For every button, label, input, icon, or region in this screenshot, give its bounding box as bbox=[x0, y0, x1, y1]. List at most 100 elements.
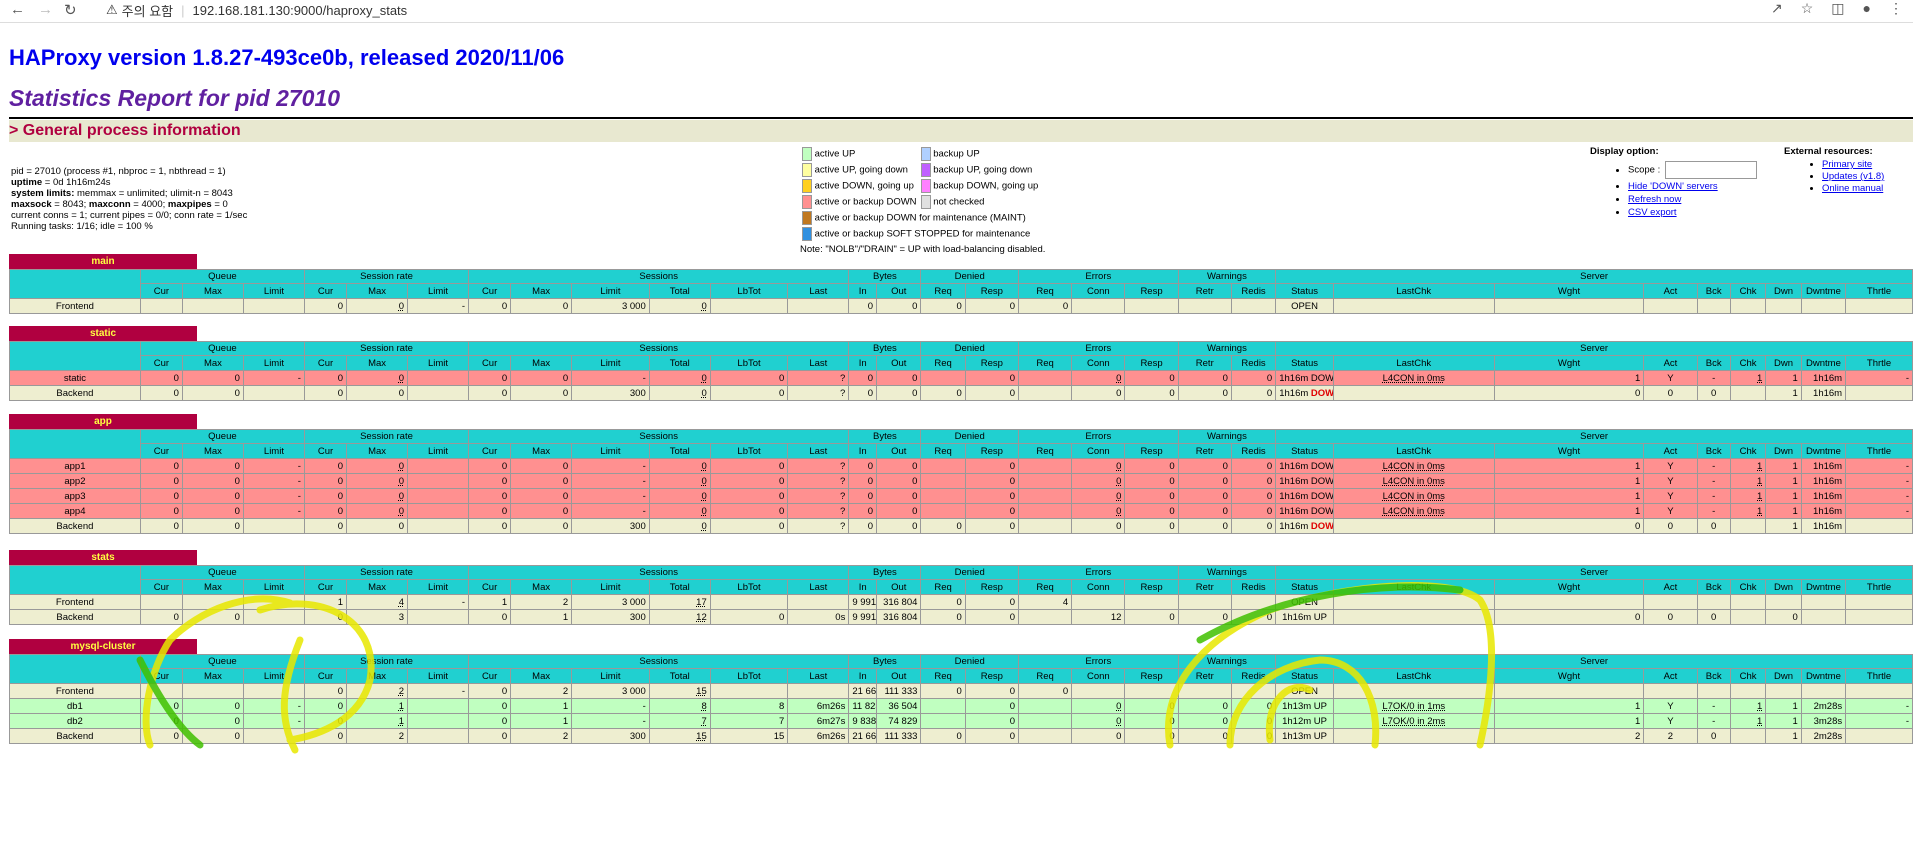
back-icon[interactable]: ← bbox=[10, 1, 25, 18]
column-group-header: Warnings bbox=[1177, 429, 1277, 444]
table-cell: ? bbox=[787, 458, 850, 474]
row-name[interactable]: app4 bbox=[9, 503, 141, 519]
proxy-name[interactable]: mysql-cluster bbox=[9, 639, 197, 654]
table-cell: 0 bbox=[346, 298, 409, 314]
table-cell: - bbox=[1845, 458, 1913, 474]
profile-icon[interactable]: ● bbox=[1863, 0, 1871, 17]
table-cell: 0 bbox=[876, 503, 922, 519]
row-name[interactable]: db2 bbox=[9, 713, 141, 729]
table-cell: 0 bbox=[346, 503, 409, 519]
share-icon[interactable]: ↗ bbox=[1771, 0, 1783, 17]
table-cell: 0 bbox=[1124, 385, 1179, 401]
column-group-header: Errors bbox=[1017, 341, 1179, 356]
column-header: Act bbox=[1643, 668, 1698, 684]
row-name[interactable]: app3 bbox=[9, 488, 141, 504]
row-name[interactable]: Frontend bbox=[9, 683, 141, 699]
row-name[interactable]: app2 bbox=[9, 473, 141, 489]
hide-down-link[interactable]: Hide 'DOWN' servers bbox=[1628, 181, 1718, 192]
table-cell bbox=[1071, 594, 1126, 610]
table-cell: 1 bbox=[1765, 458, 1802, 474]
table-cell: 0 bbox=[1124, 698, 1179, 714]
row-name[interactable]: static bbox=[9, 370, 141, 386]
table-cell: 0 bbox=[709, 370, 789, 386]
sidepanel-icon[interactable]: ◫ bbox=[1831, 0, 1844, 17]
manual-link[interactable]: Online manual bbox=[1822, 183, 1883, 194]
table-cell: 0 bbox=[181, 488, 244, 504]
row-name[interactable]: Backend bbox=[9, 385, 141, 401]
security-label: 주의 요함 bbox=[121, 3, 174, 19]
row-name[interactable]: Backend bbox=[9, 609, 141, 625]
reload-icon[interactable]: ↻ bbox=[64, 1, 77, 19]
table-cell: 0 bbox=[139, 458, 183, 474]
table-cell: 0 bbox=[648, 458, 711, 474]
scope-input[interactable] bbox=[1664, 161, 1757, 179]
table-cell: 11 823 bbox=[848, 698, 878, 714]
table-cell: - bbox=[242, 370, 305, 386]
row-name[interactable]: app1 bbox=[9, 458, 141, 474]
column-header: Limit bbox=[407, 668, 470, 684]
row-name[interactable]: db1 bbox=[9, 698, 141, 714]
version-title: HAProxy version 1.8.27-493ce0b, released… bbox=[9, 45, 565, 70]
table-cell: 1 bbox=[1729, 713, 1767, 729]
column-group-header: Queue bbox=[139, 654, 305, 669]
column-header: Redis bbox=[1230, 668, 1277, 684]
table-cell: 1 bbox=[1765, 713, 1802, 729]
column-header: Req bbox=[1017, 443, 1073, 459]
table-cell bbox=[1332, 609, 1495, 625]
table-cell: - bbox=[571, 370, 650, 386]
table-cell: Y bbox=[1643, 698, 1698, 714]
table-cell: 0 bbox=[346, 370, 409, 386]
refresh-link[interactable]: Refresh now bbox=[1628, 194, 1681, 205]
column-group-header: Sessions bbox=[468, 654, 850, 669]
menu-icon[interactable]: ⋮ bbox=[1889, 0, 1903, 17]
table-cell: 2 bbox=[510, 683, 573, 699]
proxy-name[interactable]: main bbox=[9, 254, 197, 269]
warning-icon: ⚠ bbox=[106, 2, 118, 17]
star-icon[interactable]: ☆ bbox=[1801, 0, 1814, 17]
forward-icon[interactable]: → bbox=[38, 1, 53, 18]
table-cell: 0 bbox=[1765, 609, 1802, 625]
table-row: app100-0000-00?00000001h16m DOWNL4CON in… bbox=[9, 458, 1913, 474]
table-cell: - bbox=[1696, 503, 1731, 519]
row-name[interactable]: Backend bbox=[9, 728, 141, 744]
table-cell: 111 333 bbox=[876, 683, 922, 699]
table-cell: 300 bbox=[571, 728, 650, 744]
row-name[interactable]: Backend bbox=[9, 518, 141, 534]
row-name[interactable]: Frontend bbox=[9, 298, 141, 314]
column-header: Max bbox=[346, 668, 409, 684]
proxy-name[interactable]: stats bbox=[9, 550, 197, 565]
table-cell: 0 bbox=[920, 298, 966, 314]
table-cell: 0 bbox=[1071, 518, 1126, 534]
column-header: Status bbox=[1275, 443, 1334, 459]
column-header: Chk bbox=[1729, 443, 1767, 459]
table-cell bbox=[1017, 728, 1073, 744]
table-cell: 0 bbox=[920, 594, 966, 610]
table-cell: 0 bbox=[139, 488, 183, 504]
process-info: pid = 27010 (process #1, nbproc = 1, nbt… bbox=[11, 166, 247, 232]
table-cell: 0 bbox=[964, 518, 1019, 534]
table-cell: 1h16m UP bbox=[1275, 609, 1334, 625]
primary-site-link[interactable]: Primary site bbox=[1822, 159, 1872, 170]
proxy-name[interactable]: app bbox=[9, 414, 197, 429]
table-cell: - bbox=[571, 713, 650, 729]
table-cell bbox=[139, 298, 183, 314]
table-cell: 12 bbox=[1071, 609, 1126, 625]
address-bar[interactable]: ⚠ 주의 요함 | 192.168.181.130:9000/haproxy_s… bbox=[106, 0, 1746, 20]
table-cell: 0 bbox=[510, 473, 573, 489]
row-name[interactable]: Frontend bbox=[9, 594, 141, 610]
updates-link[interactable]: Updates (v1.8) bbox=[1822, 171, 1884, 182]
table-cell: 0 bbox=[848, 473, 878, 489]
table-cell bbox=[1177, 298, 1232, 314]
table-cell: 0 bbox=[303, 298, 348, 314]
table-cell: 0 bbox=[1643, 518, 1698, 534]
proxy-table: Queue Session rate Sessions Bytes Denied Erro… bbox=[9, 429, 1913, 534]
table-cell: 0 bbox=[1696, 609, 1731, 625]
column-group-header: Errors bbox=[1017, 429, 1179, 444]
legend-swatch bbox=[802, 227, 812, 241]
proxy-name[interactable]: static bbox=[9, 326, 197, 341]
display-options-title: Display option: bbox=[1590, 146, 1659, 157]
csv-export-link[interactable]: CSV export bbox=[1628, 207, 1677, 218]
column-group-header: Errors bbox=[1017, 269, 1179, 284]
table-cell: 0 bbox=[139, 728, 183, 744]
table-cell: 0 bbox=[1124, 609, 1179, 625]
